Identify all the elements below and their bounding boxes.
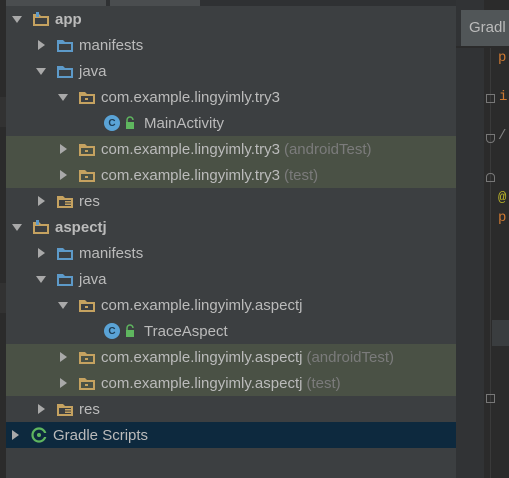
tree-item-label: com.example.lingyimly.aspectj: [101, 348, 303, 366]
collapsed-arrow-icon[interactable]: [56, 142, 70, 156]
package-icon: [78, 297, 96, 313]
source-folder-icon: [56, 271, 74, 287]
collapsed-arrow-icon[interactable]: [34, 38, 48, 52]
tree-item-package-test[interactable]: com.example.lingyimly.aspectj (test): [6, 370, 506, 396]
expanded-arrow-icon[interactable]: [34, 64, 48, 78]
tree-item-label: java: [79, 62, 107, 80]
tree-item-package-test[interactable]: com.example.lingyimly.try3 (test): [6, 162, 506, 188]
fold-end-icon[interactable]: [486, 134, 495, 143]
tree-item-label: com.example.lingyimly.aspectj: [101, 296, 303, 314]
package-icon: [78, 167, 96, 183]
resource-folder-icon: [56, 401, 74, 417]
tree-item-label: app: [55, 10, 82, 28]
collapsed-arrow-icon[interactable]: [56, 350, 70, 364]
collapsed-arrow-icon[interactable]: [34, 246, 48, 260]
tree-item-label: manifests: [79, 244, 144, 262]
collapsed-arrow-icon[interactable]: [56, 376, 70, 390]
package-icon: [78, 141, 96, 157]
tree-item-class-mainactivity[interactable]: C MainActivity: [6, 110, 509, 136]
project-tree: app manifests java com.example.lingyimly…: [6, 6, 506, 478]
code-char: p: [498, 210, 507, 226]
fold-icon[interactable]: [486, 394, 495, 403]
folder-icon: [56, 245, 74, 261]
tree-item-label: com.example.lingyimly.try3: [101, 88, 280, 106]
collapsed-arrow-icon[interactable]: [34, 194, 48, 208]
tree-item-label: res: [79, 400, 100, 418]
tree-item-res[interactable]: res: [6, 396, 484, 422]
tree-item-suffix: (androidTest): [283, 140, 372, 158]
editor-scroll-region: [492, 320, 509, 346]
tree-item-package-androidtest[interactable]: com.example.lingyimly.aspectj (androidTe…: [6, 344, 506, 370]
gradle-icon: [30, 427, 48, 443]
fold-icon[interactable]: [486, 94, 495, 103]
package-icon: [78, 349, 96, 365]
tree-item-aspectj-module[interactable]: aspectj: [6, 214, 460, 240]
lock-icon: [124, 324, 136, 338]
class-icon: C: [104, 323, 120, 339]
tree-item-gradle-scripts[interactable]: Gradle Scripts: [6, 422, 458, 448]
tree-item-label: java: [79, 270, 107, 288]
tree-item-res[interactable]: res: [6, 188, 484, 214]
editor-gutter: [456, 0, 484, 478]
editor-tab-gradle[interactable]: Gradl: [461, 10, 509, 46]
tree-item-label: aspectj: [55, 218, 107, 236]
tree-item-java[interactable]: java: [6, 266, 484, 292]
tree-item-java[interactable]: java: [6, 58, 484, 84]
tree-item-package-androidtest[interactable]: com.example.lingyimly.try3 (androidTest): [6, 136, 506, 162]
module-folder-icon: [32, 11, 50, 27]
lock-icon: [124, 116, 136, 130]
tree-item-suffix: (test): [283, 166, 319, 184]
editor-margin-line: [490, 48, 491, 478]
folder-icon: [56, 37, 74, 53]
tree-item-suffix: (androidTest): [306, 348, 395, 366]
tree-item-label: manifests: [79, 36, 144, 54]
collapsed-arrow-icon[interactable]: [34, 402, 48, 416]
tree-item-suffix: (test): [306, 374, 341, 392]
code-char: p: [498, 50, 507, 66]
package-icon: [78, 375, 96, 391]
tree-item-manifests[interactable]: manifests: [6, 240, 484, 266]
expanded-arrow-icon[interactable]: [34, 272, 48, 286]
module-folder-icon: [32, 219, 50, 235]
tree-item-class-traceaspect[interactable]: C TraceAspect: [6, 318, 509, 344]
expanded-arrow-icon[interactable]: [10, 12, 24, 26]
tab-divider: [456, 46, 509, 48]
fold-start-icon[interactable]: [486, 173, 495, 182]
tree-item-label: res: [79, 192, 100, 210]
code-char: @: [498, 190, 507, 206]
collapsed-arrow-icon[interactable]: [56, 168, 70, 182]
tree-item-app-module[interactable]: app: [6, 6, 460, 32]
tree-item-manifests[interactable]: manifests: [6, 32, 484, 58]
tree-item-label: MainActivity: [144, 114, 225, 132]
tree-item-label: TraceAspect: [144, 322, 228, 340]
expanded-arrow-icon[interactable]: [10, 220, 24, 234]
code-char: /: [498, 128, 507, 144]
collapsed-arrow-icon[interactable]: [8, 428, 22, 442]
source-folder-icon: [56, 63, 74, 79]
package-icon: [78, 89, 96, 105]
tree-item-label: com.example.lingyimly.try3: [101, 166, 280, 184]
resource-folder-icon: [56, 193, 74, 209]
tree-item-label: com.example.lingyimly.aspectj: [101, 374, 303, 392]
tree-item-label: com.example.lingyimly.try3: [101, 140, 280, 158]
class-icon: C: [104, 115, 120, 131]
expanded-arrow-icon[interactable]: [56, 90, 70, 104]
code-char: i: [499, 89, 508, 105]
tree-item-package[interactable]: com.example.lingyimly.try3: [6, 84, 506, 110]
tree-item-label: Gradle Scripts: [53, 426, 149, 444]
expanded-arrow-icon[interactable]: [56, 298, 70, 312]
tree-item-package[interactable]: com.example.lingyimly.aspectj: [6, 292, 506, 318]
